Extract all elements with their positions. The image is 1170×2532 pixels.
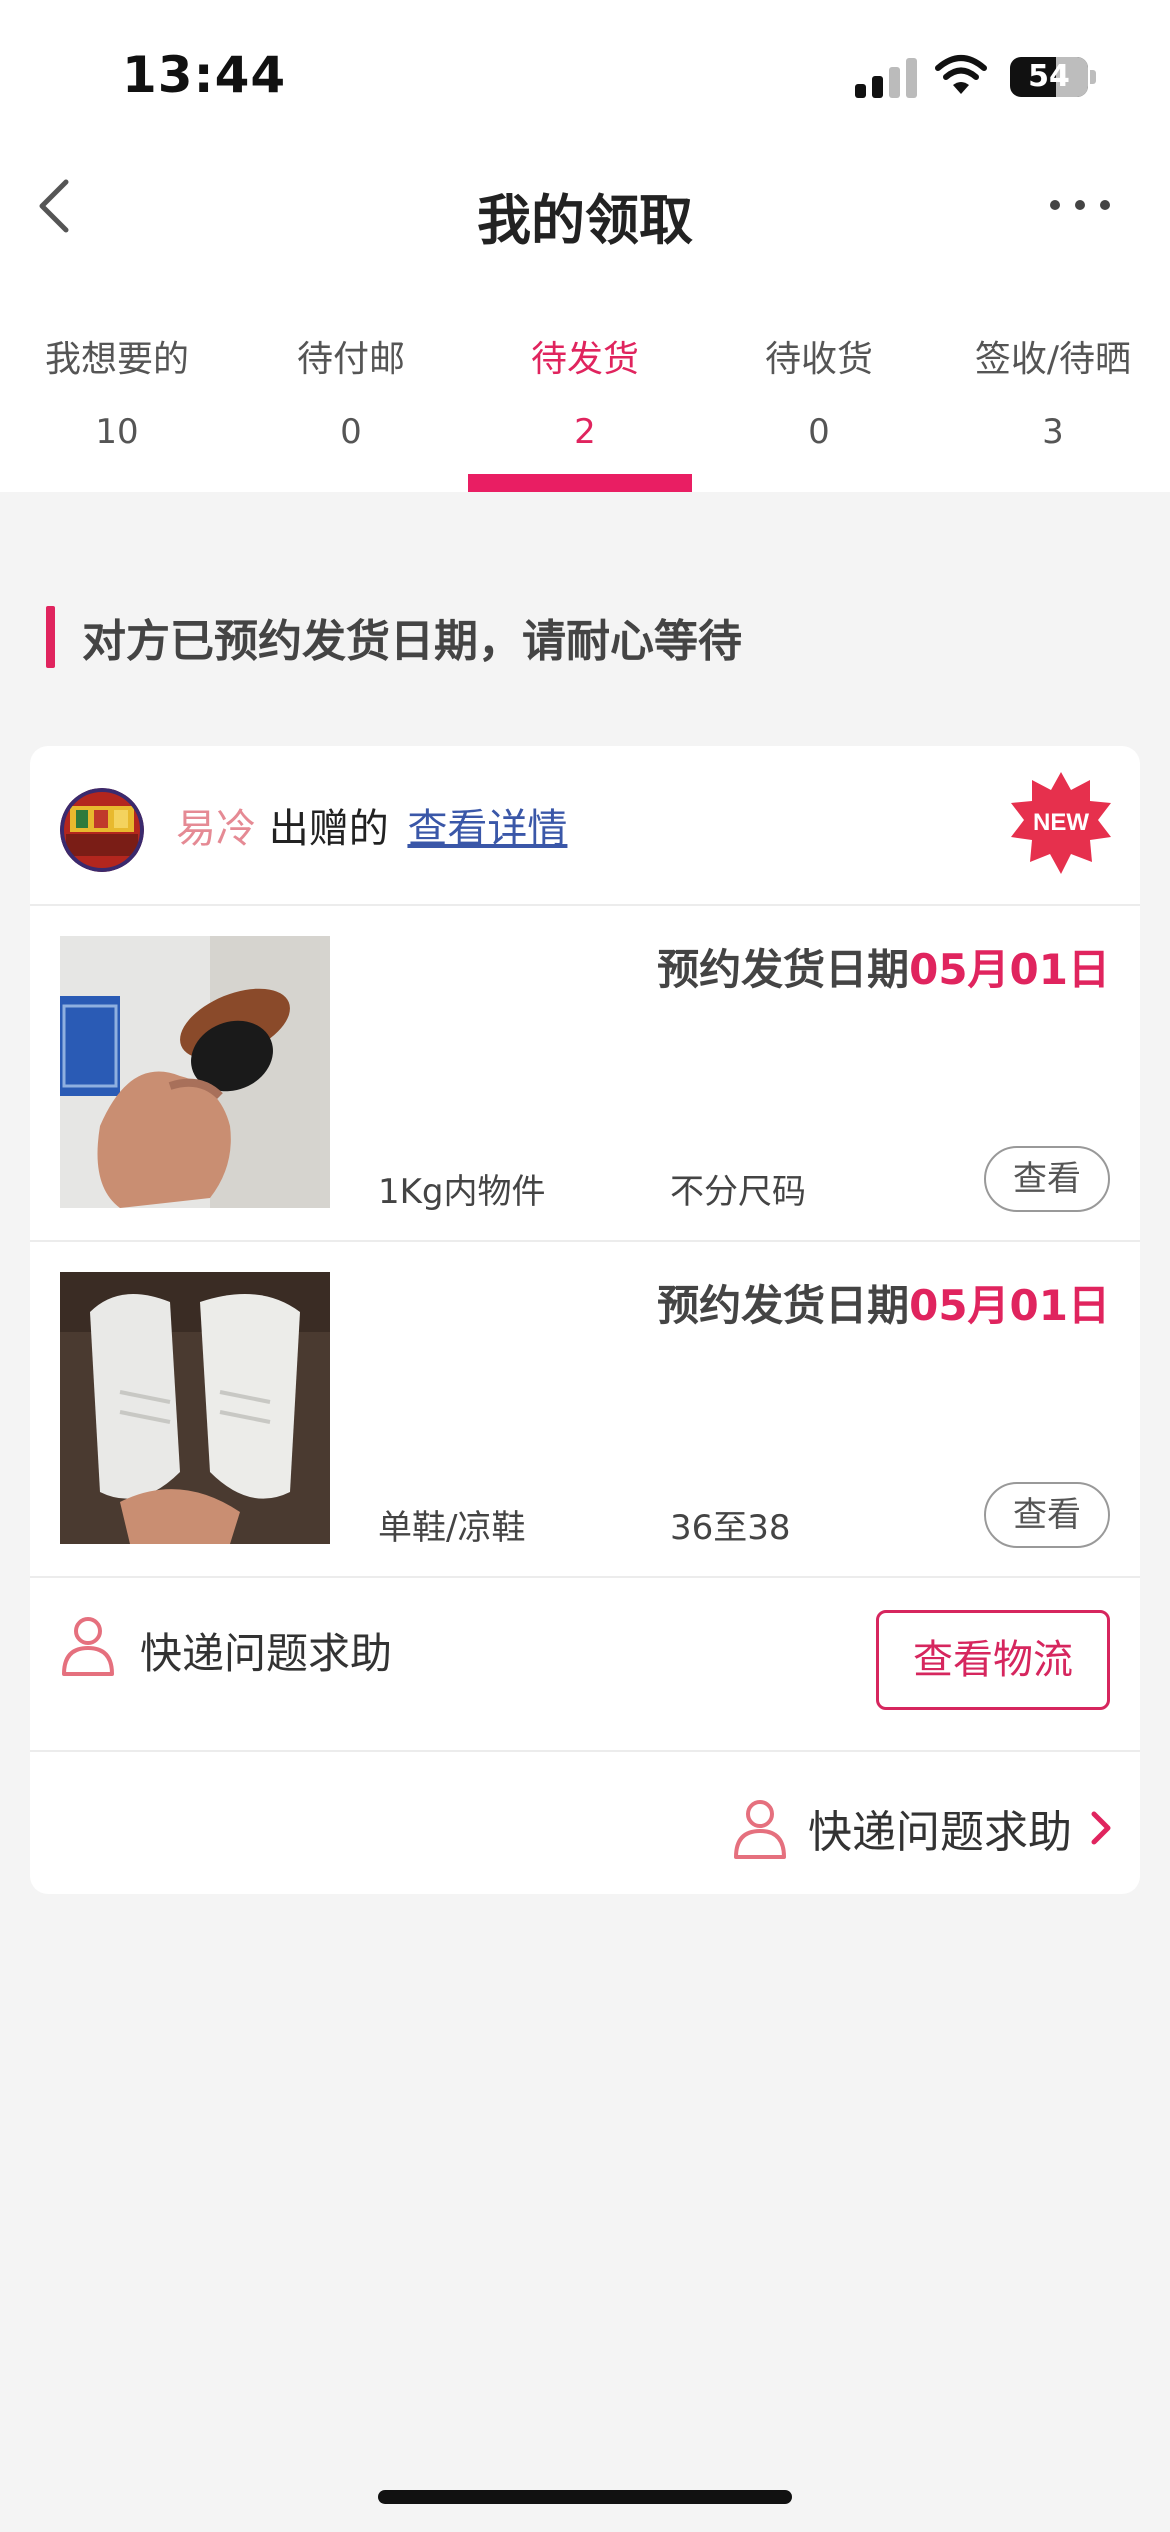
date-prefix: 预约发货日期 (657, 945, 910, 994)
battery-level: 54 (1028, 59, 1070, 94)
wifi-icon (935, 55, 987, 94)
giver-line: 易冷 出赠的 查看详情 (176, 796, 567, 854)
battery-tip (1090, 70, 1096, 84)
avatar[interactable] (60, 788, 144, 872)
tab-count: 0 (808, 412, 830, 452)
notice-text: 对方已预约发货日期，请耐心等待 (82, 616, 742, 667)
footer-help-label: 快递问题求助 (808, 1807, 1072, 1858)
footer-delivery-help[interactable]: 快递问题求助 (732, 1796, 1112, 1860)
shipment-notice: 对方已预约发货日期，请耐心等待 (46, 606, 742, 668)
date-value: 05月01日 (909, 945, 1110, 994)
tab-wanted[interactable]: 我想要的 10 (0, 318, 234, 492)
item-category: 1Kg内物件 (378, 1172, 546, 1212)
giver-name[interactable]: 易冷 (176, 806, 256, 852)
giver-suffix: 出赠的 (268, 806, 389, 852)
tab-label: 待发货 (530, 339, 639, 380)
status-time: 13:44 (122, 46, 287, 104)
item-photo-brush[interactable] (60, 936, 330, 1208)
scheduled-ship-date: 预约发货日期05月01日 (657, 1272, 1110, 1333)
tab-pending-postage[interactable]: 待付邮 0 (234, 318, 468, 492)
tab-label: 待付邮 (296, 339, 405, 380)
item-photo-shoes[interactable] (60, 1272, 330, 1544)
date-prefix: 预约发货日期 (657, 1281, 910, 1330)
new-badge-text: NEW (1033, 809, 1089, 836)
item-category: 单鞋/凉鞋 (378, 1508, 526, 1548)
item-size: 36至38 (670, 1508, 791, 1548)
chevron-right-icon (1091, 1811, 1111, 1845)
order-card: 易冷 出赠的 查看详情 NEW 预约发货日期05月01日 1Kg内物件 不分尺码… (30, 746, 1140, 1894)
person-outline-icon (734, 1800, 786, 1859)
tab-signed-review[interactable]: 签收/待晒 3 (936, 318, 1170, 492)
page-title: 我的领取 (477, 189, 693, 252)
delivery-help-link[interactable]: 快递问题求助 (140, 1620, 392, 1681)
view-item-button[interactable]: 查看 (984, 1146, 1110, 1212)
tab-count: 3 (1042, 412, 1064, 452)
tab-label: 待收货 (764, 339, 873, 380)
status-tabs: 我想要的 10 待付邮 0 待发货 2 待收货 0 签收/待晒 3 (0, 318, 1170, 492)
delivery-help-row: 快递问题求助 查看物流 (30, 1580, 1140, 1752)
new-badge-icon: NEW (1008, 770, 1114, 876)
list-item: 预约发货日期05月01日 1Kg内物件 不分尺码 查看 (30, 906, 1140, 1242)
view-logistics-button[interactable]: 查看物流 (876, 1610, 1110, 1710)
person-outline-icon (62, 1617, 114, 1676)
card-header: 易冷 出赠的 查看详情 NEW (30, 746, 1140, 906)
more-dots-icon[interactable] (1050, 190, 1110, 220)
scheduled-ship-date: 预约发货日期05月01日 (657, 936, 1110, 997)
item-size: 不分尺码 (670, 1172, 806, 1212)
view-details-link[interactable]: 查看详情 (407, 806, 567, 852)
battery-icon: 54 (1010, 57, 1088, 97)
navigation-bar: 我的领取 (0, 150, 1170, 262)
status-bar: 13:44 54 (0, 0, 1170, 150)
list-item: 预约发货日期05月01日 单鞋/凉鞋 36至38 查看 (30, 1242, 1140, 1578)
tab-count: 0 (340, 412, 362, 452)
tab-count: 10 (95, 412, 139, 452)
signal-icon (855, 58, 917, 98)
home-indicator[interactable] (378, 2490, 792, 2504)
date-value: 05月01日 (909, 1281, 1110, 1330)
notice-accent-bar (46, 606, 55, 668)
tab-label: 我想要的 (44, 339, 189, 380)
tab-label: 签收/待晒 (974, 339, 1132, 380)
tab-count: 2 (574, 412, 596, 452)
active-tab-indicator (468, 474, 692, 492)
view-item-button[interactable]: 查看 (984, 1482, 1110, 1548)
tab-pending-receipt[interactable]: 待收货 0 (702, 318, 936, 492)
tab-pending-shipment[interactable]: 待发货 2 (468, 318, 702, 492)
